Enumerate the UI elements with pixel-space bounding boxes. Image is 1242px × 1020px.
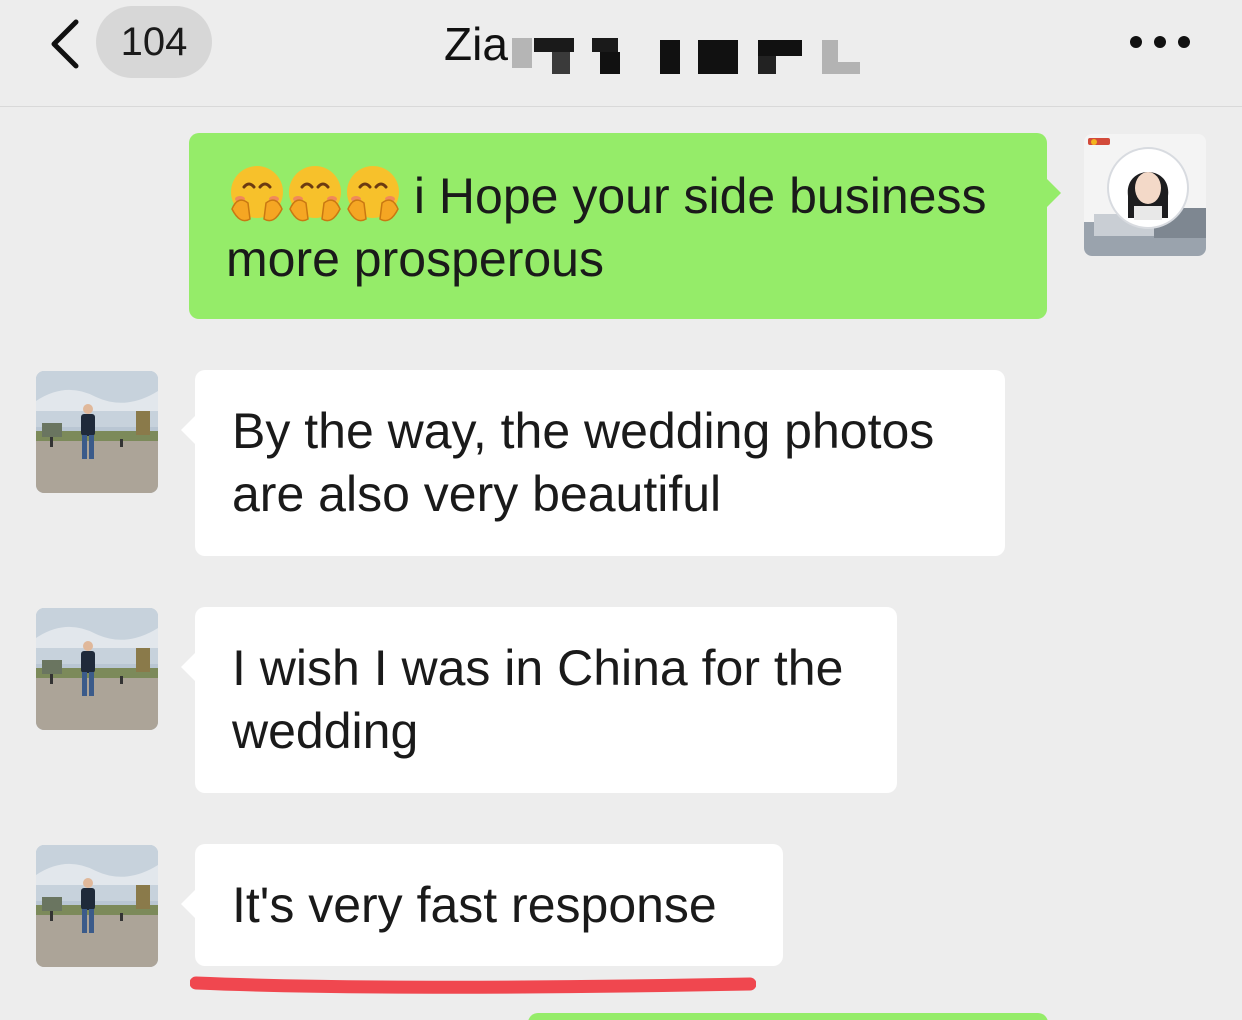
message-text: I wish I was in China for the wedding (232, 640, 844, 759)
more-options-button[interactable] (1128, 30, 1192, 54)
hugging-face-emoji-icon (284, 163, 346, 225)
chat-screen: 104 Zia i Hope your side business more p… (0, 0, 1242, 1020)
message-bubble-incoming[interactable]: By the way, the wedding photos are also … (181, 370, 1005, 556)
message-bubble-incoming[interactable]: It's very fast response (181, 844, 783, 966)
my-avatar[interactable] (1084, 134, 1206, 256)
message-bubble-incoming[interactable]: I wish I was in China for the wedding (181, 607, 897, 793)
message-text: By the way, the wedding photos are also … (232, 403, 935, 522)
hugging-face-emoji-icon (342, 163, 404, 225)
contact-avatar[interactable] (36, 371, 158, 493)
unread-count-badge[interactable]: 104 (96, 6, 212, 78)
ellipsis-icon (1130, 36, 1142, 48)
redacted-name-mosaic (512, 32, 862, 78)
highlight-underline (189, 969, 757, 995)
next-message-bubble-edge (528, 1013, 1048, 1020)
message-text: It's very fast response (232, 877, 717, 933)
contact-avatar[interactable] (36, 845, 158, 967)
chat-title: Zia (444, 18, 508, 70)
emoji-group (226, 166, 414, 224)
back-button[interactable] (44, 16, 88, 72)
chevron-left-icon (51, 19, 79, 69)
contact-avatar[interactable] (36, 608, 158, 730)
message-bubble-outgoing[interactable]: i Hope your side business more prosperou… (189, 133, 1061, 319)
chat-header: 104 Zia (0, 0, 1242, 107)
hugging-face-emoji-icon (226, 163, 288, 225)
message-list[interactable]: i Hope your side business more prosperou… (0, 107, 1242, 1020)
